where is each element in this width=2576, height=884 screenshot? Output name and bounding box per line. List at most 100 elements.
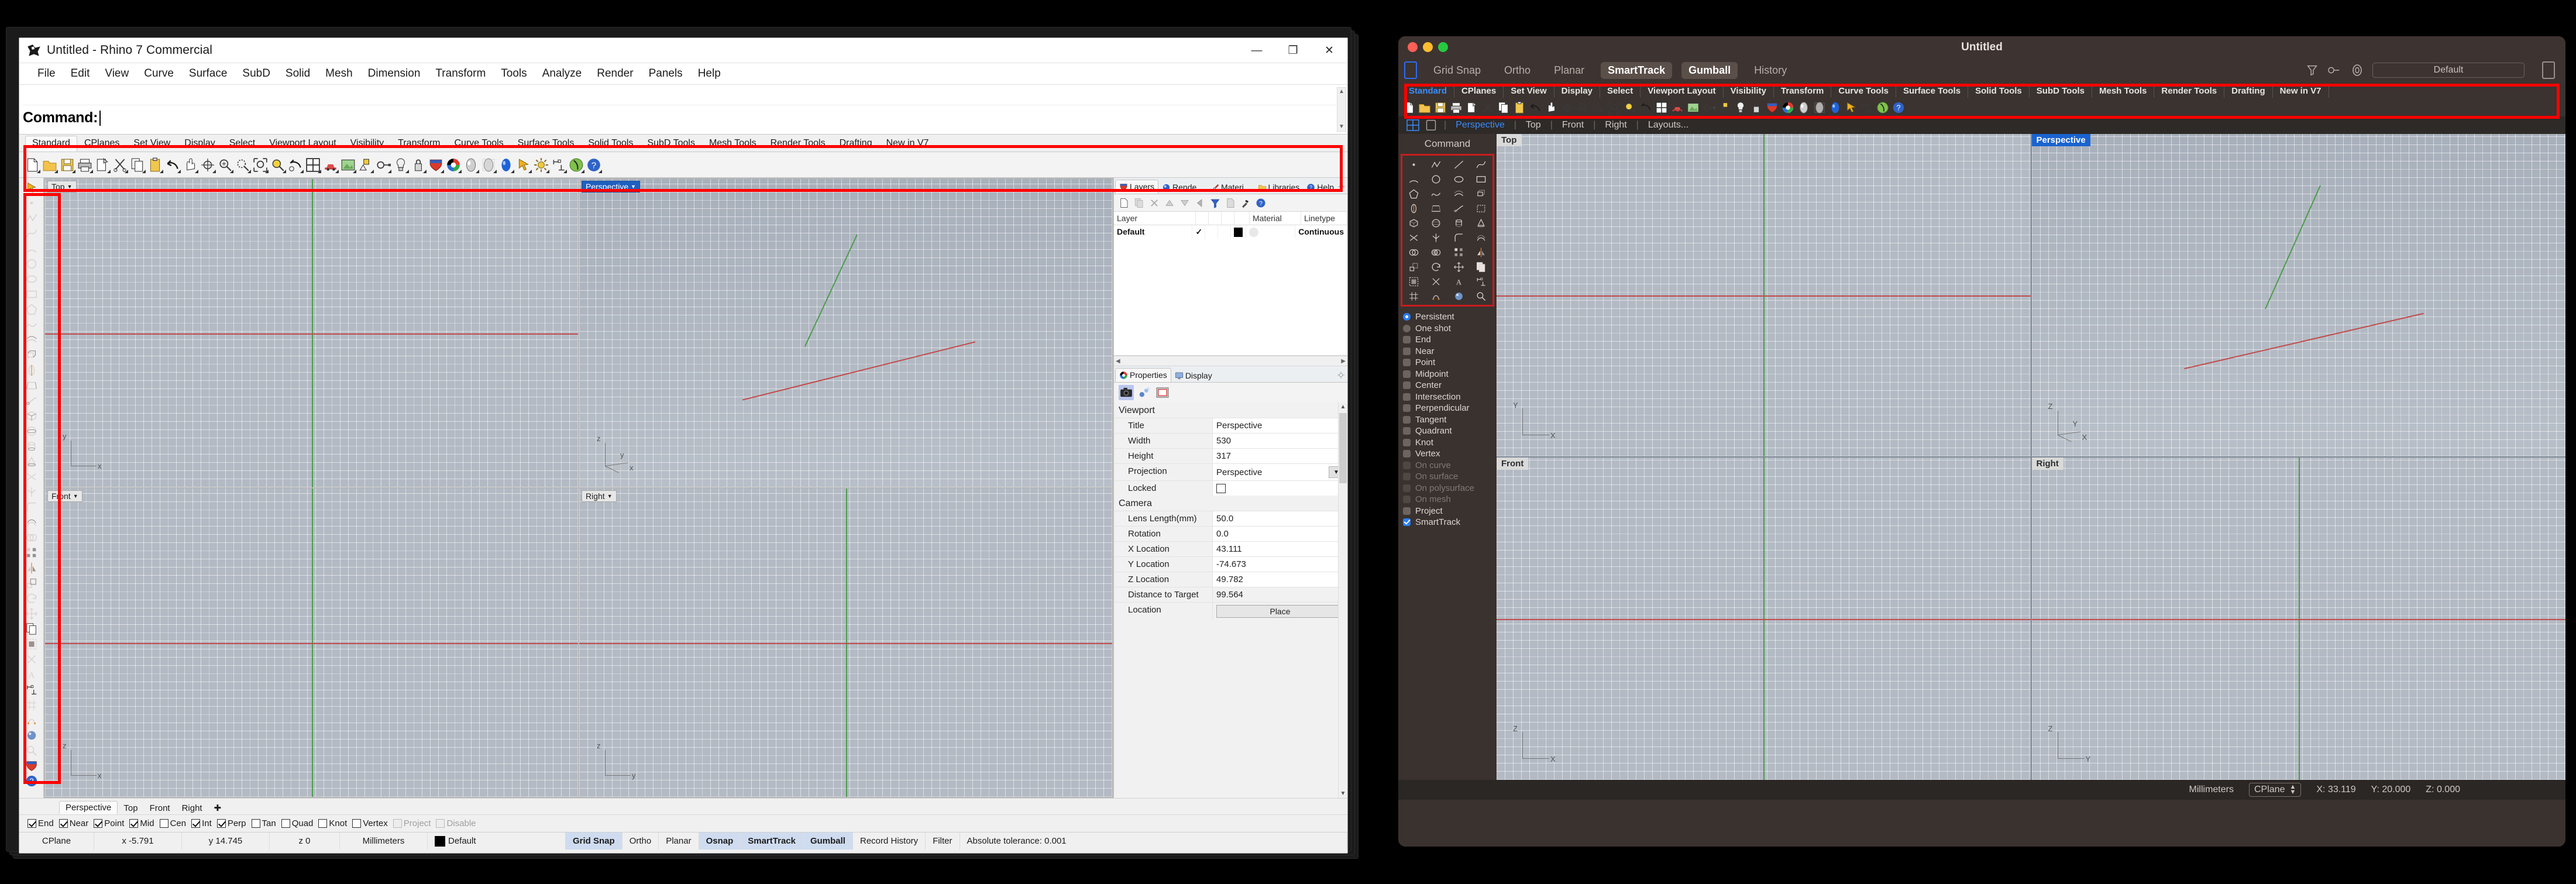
palette-render[interactable] — [1449, 290, 1469, 302]
mac-toolbar-button-zoom-selected[interactable] — [1623, 101, 1637, 115]
mac-osnap-perpendicular[interactable]: Perpendicular — [1403, 403, 1497, 414]
mac-osnap-quadrant[interactable]: Quadrant — [1403, 425, 1497, 437]
mac-toolbar-button-zoom-previous[interactable] — [1639, 101, 1653, 115]
palette-boolean-difference[interactable] — [1426, 246, 1446, 259]
side-tool-cylinder[interactable] — [21, 439, 42, 453]
toolbar-button-cut-scissors[interactable] — [112, 157, 128, 173]
status-cplane[interactable]: CPlane — [19, 833, 94, 849]
toolbar-button-viewport-layout[interactable] — [305, 157, 321, 173]
mac-toolbar-button-color-wheel[interactable] — [1781, 101, 1795, 115]
mac-toolbar-button-undo-arrow[interactable] — [1528, 101, 1542, 115]
side-tool-arc[interactable] — [21, 241, 42, 256]
menu-item-edit[interactable]: Edit — [63, 66, 98, 81]
status-toggle-filter[interactable]: Filter — [926, 833, 960, 849]
layer-tool-help[interactable]: ? — [1254, 197, 1267, 209]
toolbar-button-paste[interactable] — [147, 157, 163, 173]
mac-toolbar-tab-solid-tools[interactable]: Solid Tools — [1968, 84, 2030, 98]
toolbar-button-dimension[interactable] — [551, 157, 567, 173]
palette-scale[interactable] — [1404, 260, 1424, 273]
layer-tool-layer-sheet[interactable] — [1224, 197, 1237, 209]
mac-toolbar-button-rhino-help-globe[interactable] — [1876, 101, 1890, 115]
mac-toolbar-tab-visibility[interactable]: Visibility — [1724, 84, 1774, 98]
side-tool-sweep[interactable] — [21, 393, 42, 408]
side-tool-help[interactable]: ? — [21, 773, 42, 788]
palette-split[interactable] — [1426, 231, 1446, 244]
mac-osnap-smarttrack[interactable]: SmartTrack — [1403, 517, 1497, 528]
toolbar-button-layers-shield[interactable] — [428, 157, 444, 173]
viewport-tab-front[interactable]: Front — [144, 802, 176, 814]
side-tool-mirror[interactable] — [21, 560, 42, 575]
osnap-quad[interactable]: Quad — [281, 818, 313, 828]
mac-osnap-checkbox[interactable] — [1403, 438, 1411, 446]
property-value-cell[interactable]: 0.0 — [1212, 527, 1347, 541]
mac-toolbar-tab-subd-tools[interactable]: SubD Tools — [2030, 84, 2092, 98]
menu-item-tools[interactable]: Tools — [493, 66, 534, 81]
mac-osnap-checkbox[interactable] — [1403, 473, 1411, 481]
status-toggle-smarttrack[interactable]: SmartTrack — [741, 833, 803, 849]
layer-tool-move-down[interactable] — [1178, 197, 1191, 209]
menu-item-solid[interactable]: Solid — [278, 66, 318, 81]
mac-viewport-label-top[interactable]: Top — [1497, 134, 1522, 146]
mac-toolbar-tab-render-tools[interactable]: Render Tools — [2154, 84, 2225, 98]
camera-icon[interactable] — [1119, 385, 1134, 400]
osnap-int[interactable]: Int — [191, 818, 212, 828]
menu-item-curve[interactable]: Curve — [136, 66, 181, 81]
side-tool-select-arrow[interactable] — [21, 180, 42, 195]
mac-toolbar-button-zoom-in-out[interactable] — [1576, 101, 1590, 115]
viewport-tab-perspective[interactable]: Perspective — [59, 801, 118, 814]
menu-item-transform[interactable]: Transform — [428, 66, 493, 81]
palette-surface-from-curves[interactable] — [1449, 187, 1469, 200]
palette-boolean-union[interactable] — [1404, 246, 1424, 259]
toolbar-tab-render-tools[interactable]: Render Tools — [763, 136, 833, 152]
palette-group[interactable] — [1404, 275, 1424, 288]
mac-toolbar-tab-select[interactable]: Select — [1600, 84, 1641, 98]
osnap-checkbox[interactable] — [318, 819, 328, 828]
mac-osnap-checkbox[interactable] — [1403, 415, 1411, 424]
toolbar-button-select-arrow[interactable] — [515, 157, 532, 173]
palette-revolve[interactable] — [1404, 202, 1424, 215]
command-scrollbar[interactable]: ▲ ▼ — [1337, 87, 1346, 132]
viewport-label-right[interactable]: Right ▼ — [582, 490, 617, 502]
mac-toolbar-tab-curve-tools[interactable]: Curve Tools — [1831, 84, 1896, 98]
mac-toolbar-button-render-preview[interactable] — [1686, 101, 1700, 115]
toolbar-button-help-question[interactable]: ? — [586, 157, 602, 173]
scroll-right-icon[interactable]: ▶ — [1341, 358, 1346, 364]
mac-osnap-checkbox[interactable] — [1403, 484, 1411, 492]
mac-toolbar-button-rotate-view[interactable] — [1560, 101, 1574, 115]
side-tool-mesh[interactable] — [21, 697, 42, 712]
osnap-vertex[interactable]: Vertex — [352, 818, 388, 828]
property-value-cell[interactable]: Place — [1212, 603, 1347, 620]
mac-toolbar-tab-new-in-v7[interactable]: New in V7 — [2273, 84, 2329, 98]
mac-toggle-grid-snap[interactable]: Grid Snap — [1426, 62, 1488, 79]
viewport-frame-icon[interactable] — [1155, 385, 1170, 400]
osnap-near[interactable]: Near — [59, 818, 88, 828]
osnap-checkbox[interactable] — [436, 819, 445, 828]
mac-toolbar-button-ghosted[interactable] — [1813, 101, 1827, 115]
mac-toolbar-button-zoom-dynamic[interactable] — [1591, 101, 1605, 115]
viewport-tab-right[interactable]: Right — [176, 802, 208, 814]
panel-tab-help[interactable]: ? Help — [1303, 181, 1337, 194]
mac-toggle-gumball[interactable]: Gumball — [1681, 61, 1738, 79]
side-tool-rectangle[interactable] — [21, 287, 42, 301]
mac-osnap-on-mesh[interactable]: On mesh — [1403, 494, 1497, 505]
toolbar-tab-surface-tools[interactable]: Surface Tools — [511, 136, 582, 152]
side-tool-layers-shield[interactable] — [21, 758, 42, 773]
toolbar-button-zoom-previous[interactable] — [287, 157, 304, 173]
side-tool-curve[interactable] — [21, 226, 42, 240]
status-toggle-gumball[interactable]: Gumball — [803, 833, 853, 849]
mac-toolbar-button-light-bulb[interactable] — [1734, 101, 1748, 115]
side-tool-scale[interactable] — [21, 576, 42, 590]
side-tool-split[interactable] — [21, 484, 42, 499]
mac-viewport-link-right[interactable]: Right — [1602, 120, 1629, 130]
toolbar-tab-drafting[interactable]: Drafting — [833, 136, 879, 152]
mac-osnap-checkbox[interactable] — [1403, 518, 1411, 527]
property-value-cell[interactable]: 49.782 — [1212, 572, 1347, 587]
property-value-cell[interactable]: 50.0 — [1212, 511, 1347, 526]
light-icon[interactable] — [1137, 385, 1152, 400]
side-tool-freeform-curve[interactable] — [21, 317, 42, 332]
mac-osnap-checkbox[interactable] — [1403, 347, 1411, 355]
layer-selector[interactable]: Default — [2372, 63, 2525, 78]
toolbar-tab-subd-tools[interactable]: SubD Tools — [640, 136, 702, 152]
mac-viewport-link-front[interactable]: Front — [1560, 120, 1586, 130]
mac-viewport-label-right[interactable]: Right — [2031, 458, 2063, 470]
